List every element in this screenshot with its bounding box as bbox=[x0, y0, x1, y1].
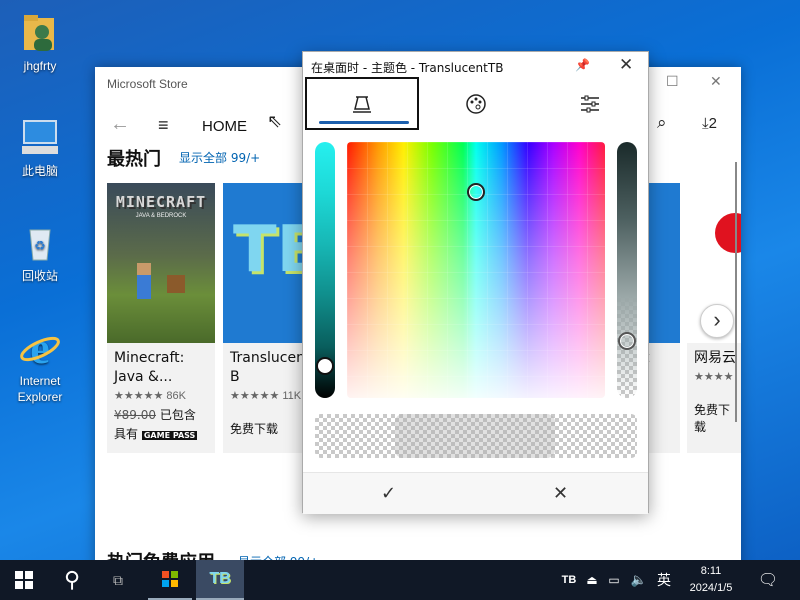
rating-stars: ★★★★★ bbox=[230, 390, 280, 402]
system-clock[interactable]: 8:11 2024/1/5 bbox=[683, 563, 739, 597]
task-view-icon[interactable]: ⧉ bbox=[100, 560, 136, 600]
carousel-next-button[interactable]: › bbox=[700, 304, 734, 338]
desktop-icon-ie[interactable]: e Internet Explorer bbox=[6, 324, 74, 405]
game-pass-badge: GAME PASS bbox=[141, 431, 198, 440]
desktop-icon-label: jhgfrty bbox=[23, 59, 57, 73]
color-preview bbox=[315, 414, 637, 458]
tab-palette[interactable] bbox=[419, 77, 533, 130]
tb-app-icon: TB bbox=[209, 570, 231, 587]
usb-tray-icon[interactable]: ⏏ bbox=[582, 560, 602, 600]
price-old: ¥89.00 bbox=[114, 408, 156, 422]
ime-indicator[interactable]: 英 bbox=[652, 560, 676, 600]
price-note: 已包含 bbox=[159, 408, 196, 422]
translucenttb-taskbar-icon[interactable]: TB bbox=[196, 560, 244, 600]
desktop-icon-this-pc[interactable]: 此电脑 bbox=[6, 115, 74, 179]
user-folder-icon bbox=[18, 10, 62, 54]
section-link-top[interactable]: 显示全部 99/+ bbox=[179, 149, 260, 166]
netease-logo bbox=[715, 213, 741, 253]
network-tray-icon[interactable]: ▭ bbox=[604, 560, 624, 600]
tab-fill[interactable] bbox=[305, 77, 419, 130]
value-slider-handle[interactable] bbox=[316, 357, 334, 375]
maximize-icon[interactable]: ☐ bbox=[666, 73, 679, 90]
sliders-icon bbox=[581, 95, 599, 112]
confirm-check-icon[interactable]: ✓ bbox=[381, 483, 396, 504]
app-price: 免费下载 bbox=[694, 403, 731, 434]
translucenttb-tray-icon[interactable]: TB bbox=[558, 560, 580, 600]
recycle-bin-icon: ♻ bbox=[18, 220, 62, 264]
search-icon[interactable]: ⌕ bbox=[657, 113, 667, 133]
volume-muted-icon[interactable]: 🔈 bbox=[628, 560, 650, 600]
minecraft-character-head bbox=[137, 263, 151, 275]
clock-time: 8:11 bbox=[700, 565, 722, 577]
color-picker-dialog: 在桌面时 - 主题色 - TranslucentTB 📌 ✕ ✓ ✕ bbox=[302, 51, 649, 514]
store-taskbar-icon[interactable] bbox=[148, 560, 192, 600]
color-spectrum[interactable] bbox=[347, 142, 605, 398]
alpha-slider-handle[interactable] bbox=[618, 332, 636, 350]
minecraft-logo-sub: JAVA & BEDROCK bbox=[135, 213, 187, 219]
clock-date: 2024/1/5 bbox=[689, 582, 733, 594]
rating-count: 11K bbox=[282, 390, 302, 402]
picker-close-icon[interactable]: ✕ bbox=[619, 55, 633, 75]
desktop-icon-user-folder[interactable]: jhgfrty bbox=[6, 10, 74, 74]
nav-home[interactable]: HOME bbox=[202, 118, 247, 135]
taskbar: ⚲ ⧉ TB TB ⏏ ▭ 🔈 英 8:11 2024/1/5 🗨 bbox=[0, 560, 800, 600]
minecraft-block bbox=[167, 275, 185, 293]
search-taskbar-icon[interactable]: ⚲ bbox=[48, 560, 96, 600]
store-bag-icon bbox=[162, 571, 178, 587]
menu-icon[interactable]: ≡ bbox=[158, 115, 169, 136]
app-name: Minecraft: Java &... bbox=[114, 350, 185, 385]
close-icon[interactable]: ✕ bbox=[710, 73, 722, 90]
app-rating: ★★★★★ 86K bbox=[107, 387, 215, 402]
app-price: ¥89.00 已包含 bbox=[107, 402, 215, 423]
desktop-icon-label: 回收站 bbox=[21, 269, 58, 283]
notification-center-icon[interactable]: 🗨 bbox=[752, 560, 784, 600]
svg-text:♻: ♻ bbox=[34, 238, 46, 253]
internet-explorer-icon: e bbox=[18, 324, 62, 373]
tab-sliders[interactable] bbox=[533, 77, 647, 130]
desktop-icon-recycle-bin[interactable]: ♻ 回收站 bbox=[6, 220, 74, 284]
start-button[interactable] bbox=[0, 560, 48, 600]
store-window-title: Microsoft Store bbox=[107, 77, 188, 91]
picker-footer: ✓ ✕ bbox=[303, 472, 648, 514]
scrollbar[interactable] bbox=[735, 162, 737, 422]
color-preview-swatch bbox=[395, 414, 555, 458]
alpha-slider[interactable] bbox=[617, 142, 637, 398]
minecraft-logo-text: MINECRAFT bbox=[115, 193, 207, 211]
pin-icon[interactable]: 📌 bbox=[575, 58, 590, 72]
active-tab-indicator bbox=[319, 121, 409, 124]
section-title-top: 最热门 bbox=[107, 149, 161, 170]
desktop-icon-label: Internet Explorer bbox=[17, 374, 63, 404]
game-pass-line: 具有 GAME PASS bbox=[107, 423, 215, 442]
palette-icon bbox=[466, 93, 486, 114]
desktop-icon-label: 此电脑 bbox=[21, 164, 58, 178]
app-card-minecraft[interactable]: MINECRAFT JAVA & BEDROCK Minecraft: Java… bbox=[107, 183, 215, 453]
svg-text:e: e bbox=[30, 325, 50, 369]
back-arrow-icon[interactable]: ← bbox=[110, 113, 130, 136]
spectrum-selector[interactable] bbox=[467, 183, 485, 201]
game-pass-prefix: 具有 bbox=[114, 427, 139, 441]
rating-stars: ★★★★★ bbox=[114, 390, 164, 402]
picker-title: 在桌面时 - 主题色 - TranslucentTB bbox=[311, 61, 504, 75]
rating-stars: ★★★★ bbox=[694, 371, 734, 383]
downloads-button[interactable]: ⤓2 bbox=[702, 115, 717, 132]
computer-icon bbox=[18, 115, 62, 159]
fill-bucket-icon bbox=[353, 95, 371, 113]
cancel-x-icon[interactable]: ✕ bbox=[553, 483, 568, 504]
app-name: 网易云 bbox=[694, 350, 736, 366]
windows-logo-icon bbox=[15, 571, 33, 589]
rating-count: 86K bbox=[166, 390, 186, 402]
mouse-cursor-icon: ⇖ bbox=[267, 111, 283, 131]
spectrum-grid bbox=[347, 142, 605, 398]
minecraft-character bbox=[137, 273, 151, 299]
minecraft-art: MINECRAFT JAVA & BEDROCK bbox=[107, 183, 215, 343]
downloads-count: 2 bbox=[708, 115, 717, 132]
